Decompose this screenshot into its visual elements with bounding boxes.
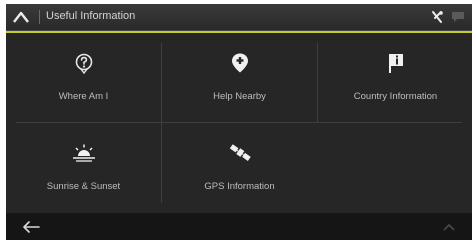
chat-button[interactable]	[450, 9, 466, 25]
satellite-icon	[229, 144, 251, 161]
more-button[interactable]	[426, 213, 472, 240]
chat-icon	[452, 12, 464, 22]
app-screen: Useful Information Where Am I Help Nearb…	[6, 4, 472, 240]
tools-icon	[432, 11, 443, 23]
menu-item-sunrise-sunset[interactable]: Sunrise & Sunset	[6, 123, 161, 212]
location-question-icon	[75, 53, 92, 74]
country-info-flag-icon	[388, 54, 403, 73]
tools-button[interactable]	[429, 9, 445, 25]
up-arrow-button[interactable]	[12, 8, 30, 26]
menu-item-label: Help Nearby	[213, 91, 266, 102]
page-title: Useful Information	[46, 10, 136, 22]
top-bar: Useful Information	[6, 4, 472, 31]
menu-item-label: GPS Information	[204, 181, 275, 192]
menu-grid: Where Am I Help Nearby Country Informati…	[6, 33, 472, 213]
menu-item-where-am-i[interactable]: Where Am I	[6, 33, 161, 122]
menu-item-gps-information[interactable]: GPS Information	[162, 123, 317, 212]
menu-item-label: Sunrise & Sunset	[46, 181, 121, 192]
back-button[interactable]	[16, 218, 46, 236]
help-pin-icon	[231, 53, 248, 73]
back-arrow-icon	[23, 221, 40, 233]
menu-item-label: Country Information	[353, 91, 438, 102]
menu-item-country-information[interactable]: Country Information	[318, 33, 472, 122]
menu-item-help-nearby[interactable]: Help Nearby	[162, 33, 317, 122]
title-separator	[39, 10, 40, 24]
sunrise-icon	[72, 144, 95, 162]
up-arrow-icon	[13, 11, 29, 23]
bottom-bar	[6, 213, 472, 240]
more-icon	[443, 223, 455, 231]
menu-item-label: Where Am I	[58, 91, 109, 102]
